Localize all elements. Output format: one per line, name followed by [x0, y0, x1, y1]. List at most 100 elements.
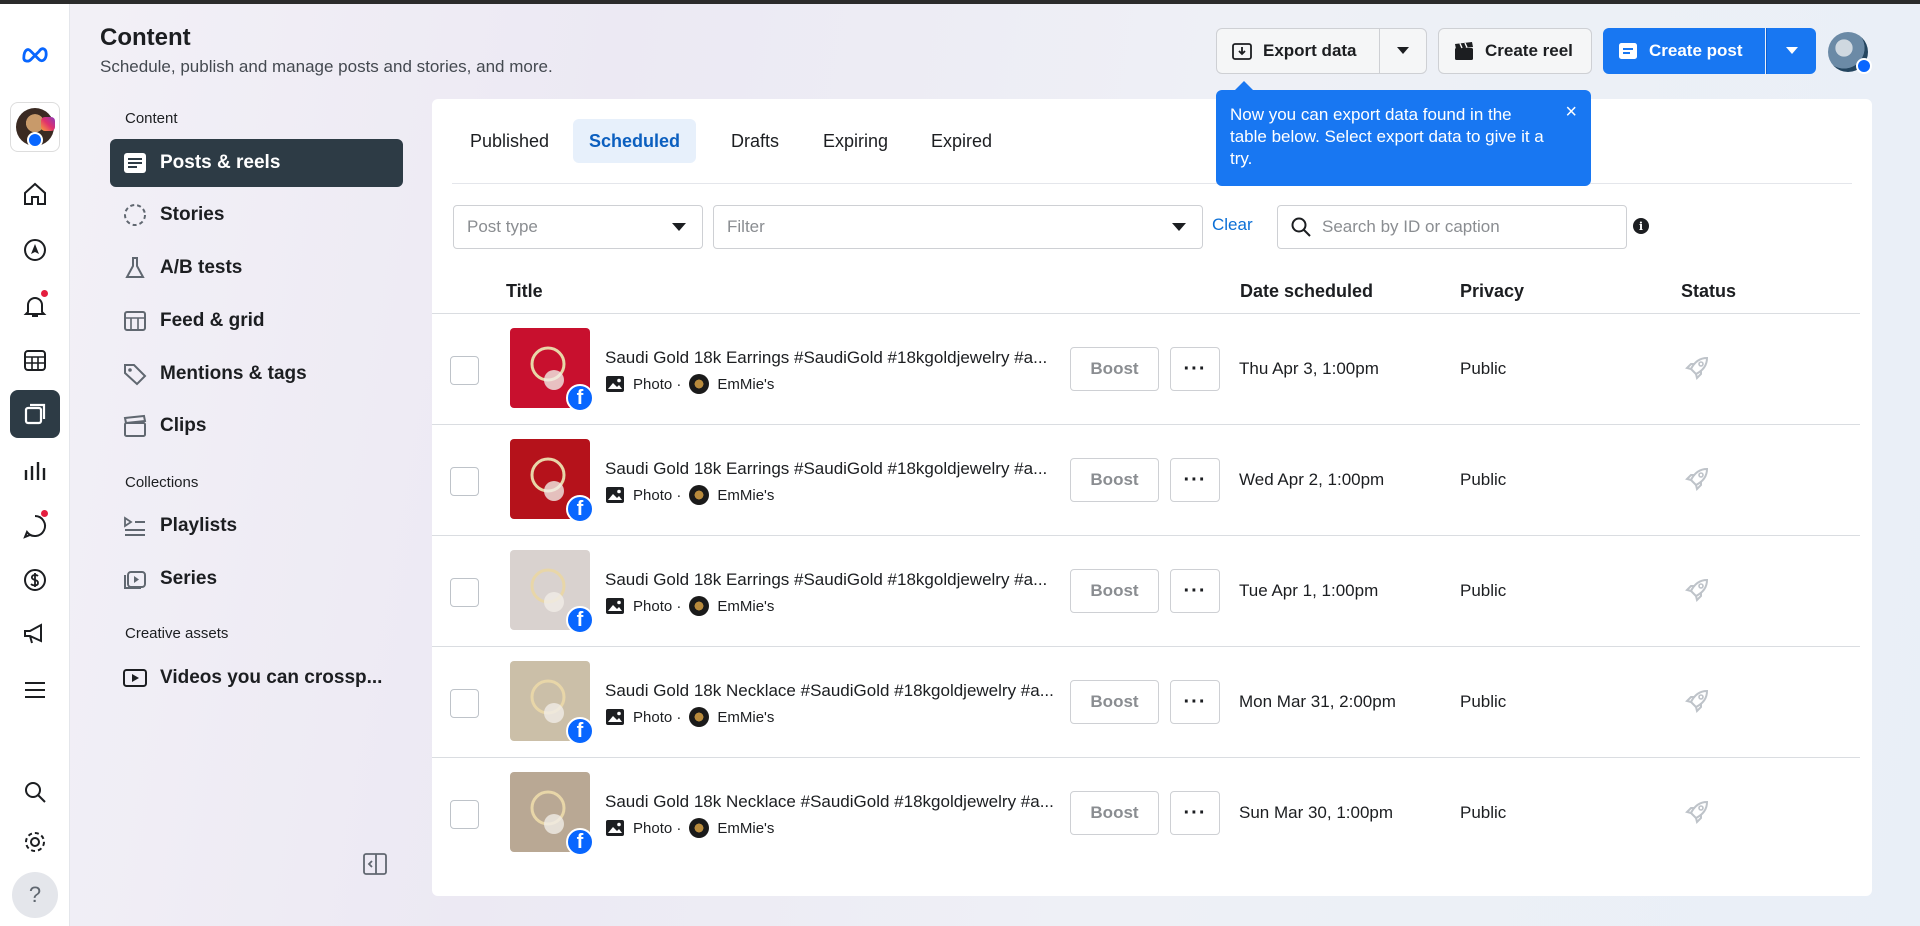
chevron-down-icon: [1785, 47, 1798, 54]
post-title[interactable]: Saudi Gold 18k Necklace #SaudiGold #18kg…: [605, 792, 1061, 812]
facebook-icon: f: [566, 606, 594, 634]
home-icon[interactable]: [10, 170, 60, 218]
chevron-down-icon: [1172, 223, 1186, 231]
facebook-icon: f: [566, 495, 594, 523]
tooltip-text: Now you can export data found in the tab…: [1230, 105, 1544, 168]
more-options-button[interactable]: ···: [1170, 458, 1220, 502]
post-title[interactable]: Saudi Gold 18k Earrings #SaudiGold #18kg…: [605, 570, 1061, 590]
clear-filters-link[interactable]: Clear: [1212, 215, 1253, 235]
table-row[interactable]: f Saudi Gold 18k Necklace #SaudiGold #18k…: [432, 646, 1860, 757]
privacy-value: Public: [1460, 359, 1507, 378]
sidebar-item-feed-grid[interactable]: Feed & grid: [110, 297, 403, 345]
more-options-button[interactable]: ···: [1170, 569, 1220, 613]
more-options-button[interactable]: ···: [1170, 791, 1220, 835]
boost-button[interactable]: Boost: [1070, 791, 1159, 835]
rocket-icon: [1685, 578, 1709, 602]
account-avatar[interactable]: [10, 102, 60, 152]
search-icon[interactable]: [10, 768, 60, 816]
meta-logo-icon[interactable]: [10, 30, 60, 78]
sidebar-item-ab-tests[interactable]: A/B tests: [110, 244, 403, 292]
post-title[interactable]: Saudi Gold 18k Earrings #SaudiGold #18kg…: [605, 459, 1061, 479]
page-avatar-icon: [689, 818, 710, 838]
table-row[interactable]: f Saudi Gold 18k Earrings #SaudiGold #18k…: [432, 313, 1860, 424]
create-post-dropdown[interactable]: [1766, 28, 1816, 74]
sidebar-item-label: Playlists: [160, 515, 238, 536]
download-icon: [1232, 43, 1252, 60]
monetization-icon[interactable]: [10, 556, 60, 604]
sidebar-item-posts-reels[interactable]: Posts & reels: [110, 139, 403, 187]
insights-icon[interactable]: [10, 446, 60, 494]
post-type-label: Photo ·: [633, 375, 682, 393]
date-scheduled: Thu Apr 3, 1:00pm: [1239, 359, 1379, 378]
sidebar-item-mentions-tags[interactable]: Mentions & tags: [110, 350, 403, 398]
post-type-label: Photo ·: [633, 486, 682, 504]
bell-icon[interactable]: [10, 282, 60, 330]
help-icon: ?: [28, 882, 42, 907]
sidebar-item-stories[interactable]: Stories: [110, 191, 403, 239]
post-meta: Photo · EmMie's: [605, 374, 774, 394]
menu-icon[interactable]: [10, 666, 60, 714]
tab-expiring[interactable]: Expiring: [807, 119, 904, 163]
boost-button[interactable]: Boost: [1070, 347, 1159, 391]
post-type-select[interactable]: Post type: [453, 205, 703, 249]
tab-scheduled[interactable]: Scheduled: [573, 119, 697, 163]
search-icon: [1291, 217, 1311, 237]
table-row[interactable]: f Saudi Gold 18k Earrings #SaudiGold #18k…: [432, 535, 1860, 646]
page-avatar-icon: [689, 707, 710, 727]
calendar-grid-icon[interactable]: [10, 336, 60, 384]
row-checkbox[interactable]: [450, 578, 479, 607]
date-scheduled: Sun Mar 30, 1:00pm: [1239, 803, 1394, 822]
ads-icon[interactable]: [10, 610, 60, 658]
sidebar-item-series[interactable]: Series: [110, 555, 403, 603]
tab-drafts[interactable]: Drafts: [715, 119, 795, 163]
export-options-dropdown[interactable]: [1379, 28, 1427, 74]
column-header-privacy: Privacy: [1460, 281, 1525, 301]
post-title[interactable]: Saudi Gold 18k Necklace #SaudiGold #18kg…: [605, 681, 1061, 701]
compass-icon[interactable]: [10, 226, 60, 274]
sidebar-item-label: Stories: [160, 204, 225, 225]
info-icon[interactable]: i: [1633, 218, 1649, 234]
page-avatar[interactable]: [1828, 32, 1872, 74]
facebook-badge-icon: [1856, 58, 1872, 74]
filter-select[interactable]: Filter: [713, 205, 1203, 249]
column-header-status: Status: [1681, 281, 1737, 301]
search-input[interactable]: Search by ID or caption: [1277, 205, 1627, 249]
boost-button[interactable]: Boost: [1070, 569, 1159, 613]
more-options-button[interactable]: ···: [1170, 347, 1220, 391]
date-scheduled: Wed Apr 2, 1:00pm: [1239, 470, 1385, 489]
content-icon[interactable]: [10, 390, 60, 438]
inbox-icon[interactable]: [10, 502, 60, 550]
page-name: EmMie's: [717, 375, 775, 393]
sidebar-section-creative-assets: Creative assets: [125, 625, 229, 642]
boost-button[interactable]: Boost: [1070, 458, 1159, 502]
photo-icon: [606, 820, 624, 836]
page-title: Content: [100, 24, 191, 51]
more-options-button[interactable]: ···: [1170, 680, 1220, 724]
rocket-icon: [1685, 467, 1709, 491]
column-header-date: Date scheduled: [1240, 281, 1374, 301]
feed-grid-icon: [124, 311, 146, 331]
column-header-title: Title: [506, 281, 543, 301]
help-button[interactable]: ?: [12, 872, 58, 918]
row-checkbox[interactable]: [450, 689, 479, 718]
close-icon[interactable]: ×: [1565, 102, 1577, 122]
tab-published[interactable]: Published: [454, 119, 565, 163]
sidebar-item-label: Videos you can crossp...: [160, 667, 383, 688]
table-row[interactable]: f Saudi Gold 18k Earrings #SaudiGold #18k…: [432, 424, 1860, 535]
export-data-button[interactable]: Export data: [1216, 28, 1380, 74]
create-post-button[interactable]: Create post: [1603, 28, 1765, 74]
sidebar-item-playlists[interactable]: Playlists: [110, 502, 403, 550]
tab-expired[interactable]: Expired: [915, 119, 1008, 163]
row-checkbox[interactable]: [450, 800, 479, 829]
post-title[interactable]: Saudi Gold 18k Earrings #SaudiGold #18kg…: [605, 348, 1061, 368]
table-row[interactable]: f Saudi Gold 18k Necklace #SaudiGold #18k…: [432, 757, 1860, 868]
sidebar-item-clips[interactable]: Clips: [110, 402, 403, 450]
collapse-sidebar-icon[interactable]: [362, 852, 390, 876]
create-reel-button[interactable]: Create reel: [1438, 28, 1592, 74]
post-meta: Photo · EmMie's: [605, 818, 774, 838]
sidebar-item-crosspost-videos[interactable]: Videos you can crossp...: [110, 654, 403, 702]
settings-icon[interactable]: [10, 818, 60, 866]
row-checkbox[interactable]: [450, 356, 479, 385]
row-checkbox[interactable]: [450, 467, 479, 496]
boost-button[interactable]: Boost: [1070, 680, 1159, 724]
